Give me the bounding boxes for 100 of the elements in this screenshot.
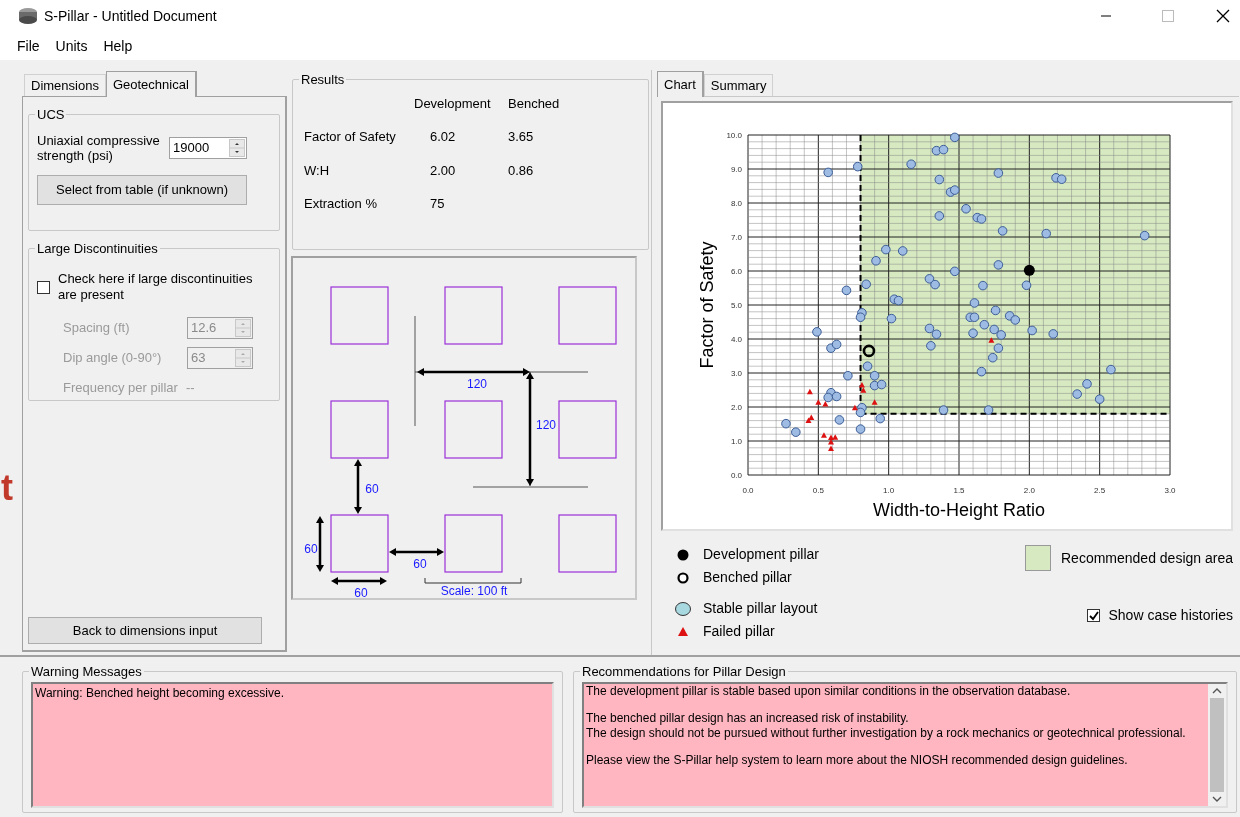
group-title: Large Discontinuities xyxy=(36,240,159,258)
x-tick-label: 1.0 xyxy=(883,486,895,495)
stable-pillar-point xyxy=(976,366,987,377)
stable-pillar-point xyxy=(989,324,999,335)
column-header: Development xyxy=(414,94,492,113)
tab[interactable]: Summary xyxy=(703,74,774,96)
legend-label: Recommended design area xyxy=(1061,548,1233,568)
stable-pillar-point xyxy=(876,379,887,390)
stable-pillar-point xyxy=(996,330,1006,340)
stable-pillar-point xyxy=(1106,364,1116,375)
pillar-square xyxy=(558,286,617,345)
x-axis-title: Width-to-Height Ratio xyxy=(872,500,1046,520)
stable-pillar-point xyxy=(997,226,1008,236)
dimension-label: 60 xyxy=(354,586,368,598)
y-tick-label: 3.0 xyxy=(730,369,742,378)
back-button[interactable]: Back to dimensions input xyxy=(28,617,262,644)
stable-pillar-point xyxy=(871,256,881,266)
x-tick-label: 0.0 xyxy=(742,486,754,495)
column-header: Benched xyxy=(508,94,561,113)
stable-pillar-point xyxy=(969,312,980,323)
y-tick-label: 10.0 xyxy=(726,131,742,140)
stable-pillar-point xyxy=(906,159,916,170)
stable-pillar-point xyxy=(875,413,886,424)
field-label: Frequency per pillar xyxy=(63,378,178,397)
y-tick-label: 2.0 xyxy=(730,403,742,412)
close-icon[interactable] xyxy=(1216,9,1230,23)
stable-pillar-point xyxy=(1010,315,1021,325)
scrollbar[interactable] xyxy=(1208,683,1226,806)
stable-pillar-point xyxy=(823,392,833,403)
stable-pillar-point xyxy=(831,391,842,402)
stable-pillar-point xyxy=(1041,228,1051,239)
y-tick-label: 5.0 xyxy=(730,301,742,310)
legend-label: Stable pillar layout xyxy=(703,599,818,618)
dimension-label: 120 xyxy=(536,418,556,432)
stable-pillar-point xyxy=(862,361,873,371)
ring-icon xyxy=(677,571,689,584)
checkbox[interactable] xyxy=(37,280,50,294)
stable-pillar-point xyxy=(979,319,990,330)
stable-pillar-point xyxy=(976,214,987,224)
window-title: S-Pillar - Untitled Document xyxy=(44,6,217,26)
pillar-square xyxy=(558,514,617,573)
benched-pillar-point xyxy=(862,344,876,358)
stable-pillar-point xyxy=(938,405,949,415)
stable-pillar-point xyxy=(1027,325,1037,336)
dimension-label: 60 xyxy=(413,557,427,571)
stable-pillar-point xyxy=(931,329,942,340)
menu-item[interactable]: Units xyxy=(48,35,95,57)
select-from-table-button[interactable]: Select from table (if unknown) xyxy=(37,174,247,205)
stable-pillar-point xyxy=(1094,394,1105,404)
dimension-label: 60 xyxy=(365,482,379,496)
failed-pillar-marker xyxy=(806,388,813,395)
y-tick-label: 1.0 xyxy=(730,437,742,446)
stable-pillar-point xyxy=(950,266,960,277)
result-value: 0.86 xyxy=(508,161,535,180)
stable-pillar-point xyxy=(861,279,871,290)
stable-pillar-point xyxy=(924,323,935,334)
stable-pillar-point xyxy=(852,161,863,172)
pillar-square xyxy=(330,286,389,345)
development-pillar-point xyxy=(1023,264,1035,276)
stable-pillar-point xyxy=(983,405,994,415)
result-value: 75 xyxy=(430,195,446,213)
menu-item[interactable]: Help xyxy=(96,35,140,57)
y-tick-label: 7.0 xyxy=(730,233,742,242)
tab[interactable]: Dimensions xyxy=(24,74,106,96)
tab[interactable]: Geotechnical xyxy=(105,71,197,97)
pillar-square xyxy=(330,400,389,459)
x-tick-label: 0.5 xyxy=(812,486,824,495)
y-tick-label: 8.0 xyxy=(730,199,742,208)
result-value: 3.65 xyxy=(508,128,535,146)
scroll-thumb[interactable] xyxy=(1210,697,1224,792)
stable-pillar-point xyxy=(823,167,833,178)
pillar-square xyxy=(444,514,503,573)
checkbox-label[interactable]: Check here if large discontinuities are present xyxy=(58,270,271,303)
stable-pillar-point xyxy=(869,370,880,381)
stable-pillar-point xyxy=(834,415,845,425)
stable-pillar-point xyxy=(978,280,988,291)
legend-label: Development pillar xyxy=(703,545,819,564)
ucs-input[interactable]: 19000 xyxy=(169,136,247,159)
dimension-arrow xyxy=(331,577,387,585)
field-label: Uniaxial compressive strength (psi) xyxy=(37,132,161,163)
checkbox[interactable] xyxy=(1087,609,1101,622)
stable-pillar-point xyxy=(886,313,897,324)
stable-pillar-point xyxy=(1072,389,1082,399)
spin-arrows-icon[interactable] xyxy=(229,138,245,157)
stable-pillar-point xyxy=(993,260,1004,270)
stable-pillar-point xyxy=(843,370,853,381)
pillar-square xyxy=(558,400,617,459)
group-title: Recommendations for Pillar Design xyxy=(581,663,787,681)
stable-pillar-point xyxy=(950,132,960,143)
group-title: Results xyxy=(300,71,346,89)
stable-pillar-point xyxy=(968,328,978,338)
checkbox-label[interactable]: Show case histories xyxy=(1108,605,1233,626)
stable-pillar-point xyxy=(969,298,980,308)
tab[interactable]: Chart xyxy=(657,71,704,97)
menu-item[interactable]: File xyxy=(10,35,47,57)
y-tick-label: 0.0 xyxy=(730,471,742,480)
triangle-icon xyxy=(678,627,688,636)
stable-pillar-point xyxy=(893,295,904,306)
x-tick-label: 1.5 xyxy=(953,486,965,495)
field-value: -- xyxy=(185,378,195,397)
